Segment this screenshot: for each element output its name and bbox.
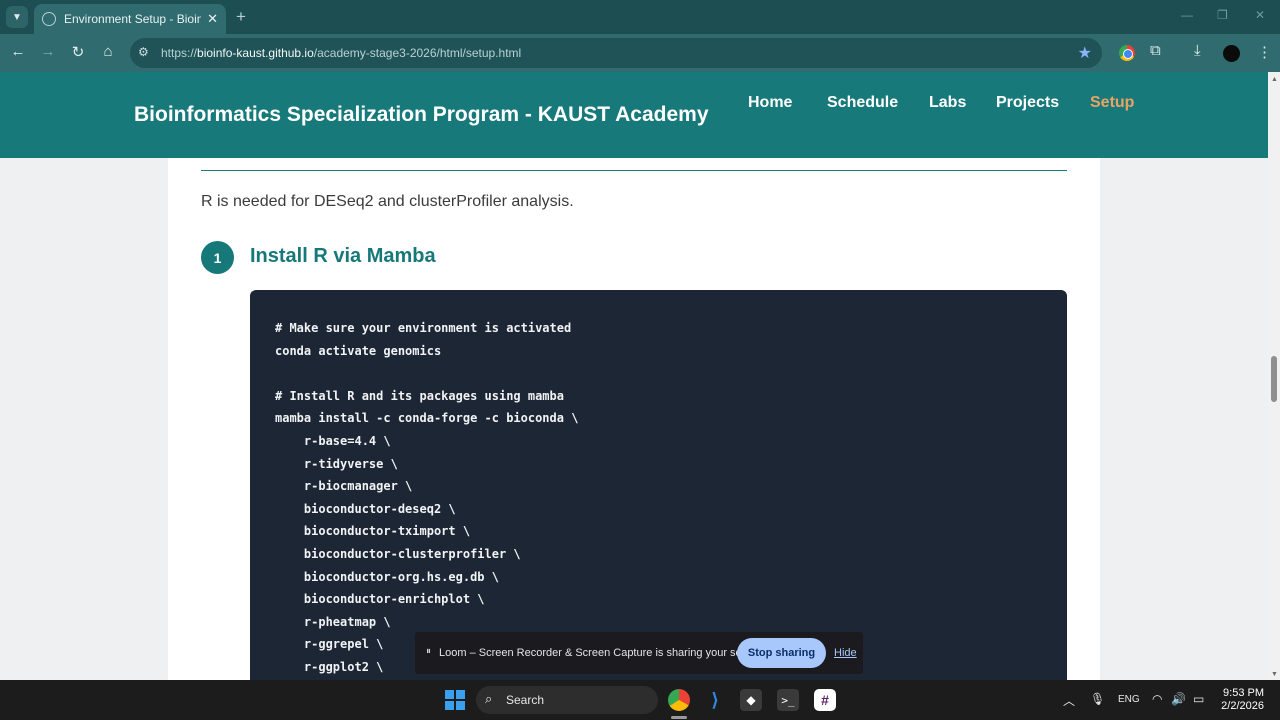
clock-time: 9:53 PM: [1223, 687, 1264, 699]
wifi-icon[interactable]: ◠: [1152, 692, 1162, 706]
address-bar[interactable]: ⚙ https://bioinfo-kaust.github.io/academ…: [130, 38, 1102, 68]
nav-labs[interactable]: Labs: [929, 94, 966, 112]
terminal-app-icon[interactable]: >_: [777, 689, 799, 711]
section-divider: [201, 170, 1067, 171]
page-viewport: Bioinformatics Specialization Program - …: [0, 72, 1268, 680]
code-block[interactable]: # Make sure your environment is activate…: [250, 290, 1067, 680]
browser-toolbar: ← → ↻ ⌂ ⚙ https://bioinfo-kaust.github.i…: [0, 34, 1280, 72]
browser-tab[interactable]: Environment Setup - Bioinform ✕: [34, 4, 226, 34]
tab-strip: ▼ Environment Setup - Bioinform ✕ + — ❐ …: [0, 0, 1280, 34]
bookmark-star-icon[interactable]: ★: [1078, 43, 1092, 63]
close-window-icon[interactable]: ✕: [1255, 8, 1265, 22]
chrome-app-icon[interactable]: [668, 689, 690, 711]
page-scrollbar[interactable]: ▲ ▼: [1268, 72, 1280, 680]
code-line: bioconductor-clusterprofiler \: [275, 546, 521, 561]
site-header: Bioinformatics Specialization Program - …: [0, 72, 1268, 158]
extensions-icon[interactable]: ⧉: [1150, 42, 1161, 59]
close-tab-icon[interactable]: ✕: [207, 11, 218, 27]
clock-date: 2/2/2026: [1221, 700, 1264, 712]
windows-taskbar: ⌕ Search ⟩ ◆ >_ # ︿ 🎙 ENG ◠ 🔊 ▭ 9:53 PM …: [0, 680, 1280, 720]
code-line: bioconductor-enrichplot \: [275, 592, 485, 607]
menu-kebab-icon[interactable]: ⋮: [1257, 43, 1272, 61]
nav-home[interactable]: Home: [748, 94, 792, 112]
windows-start-icon[interactable]: [445, 690, 465, 710]
hide-link[interactable]: Hide: [834, 647, 857, 659]
reload-icon[interactable]: ↻: [68, 43, 88, 61]
code-lines: # Make sure your environment is activate…: [275, 317, 578, 679]
code-line: conda activate genomics: [275, 343, 442, 358]
nav-projects[interactable]: Projects: [996, 94, 1059, 112]
nav-schedule[interactable]: Schedule: [827, 94, 898, 112]
url-text: https://bioinfo-kaust.github.io/academy-…: [161, 46, 521, 60]
step-number-badge: 1: [201, 241, 234, 274]
color-extension-icon[interactable]: [1119, 45, 1135, 61]
taskbar-search[interactable]: ⌕ Search: [476, 686, 658, 714]
search-icon: ⌕: [485, 691, 493, 706]
taskbar-search-label: Search: [506, 693, 545, 707]
loom-sharing-bar: ⏸ Loom – Screen Recorder & Screen Captur…: [415, 632, 863, 674]
microphone-icon[interactable]: 🎙: [1090, 692, 1105, 706]
content-card: R is needed for DESeq2 and clusterProfil…: [168, 158, 1100, 680]
back-icon[interactable]: ←: [8, 43, 28, 60]
site-brand[interactable]: Bioinformatics Specialization Program - …: [134, 103, 709, 127]
code-line: # Make sure your environment is activate…: [275, 321, 572, 335]
code-line: # Install R and its packages using mamba: [275, 388, 564, 403]
nav-setup[interactable]: Setup: [1090, 94, 1134, 112]
tab-title: Environment Setup - Bioinform: [64, 12, 202, 26]
home-icon[interactable]: ⌂: [98, 43, 118, 60]
scroll-down-icon[interactable]: ▼: [1271, 671, 1278, 678]
volume-icon[interactable]: 🔊: [1171, 692, 1186, 706]
new-tab-button[interactable]: +: [236, 7, 246, 27]
stop-sharing-button[interactable]: Stop sharing: [737, 638, 826, 668]
tray-chevron-icon[interactable]: ︿: [1063, 692, 1075, 709]
globe-icon: [42, 12, 56, 26]
step-title: Install R via Mamba: [250, 245, 436, 267]
slack-app-icon[interactable]: #: [814, 689, 836, 711]
download-icon[interactable]: ⤓: [1194, 42, 1201, 59]
battery-icon[interactable]: ▭: [1193, 692, 1204, 706]
code-line: r-base=4.4 \: [275, 433, 391, 448]
minimize-icon[interactable]: —: [1181, 8, 1193, 22]
code-line: mamba install -c conda-forge -c bioconda…: [275, 411, 579, 426]
box-app-icon[interactable]: ◆: [740, 689, 762, 711]
vscode-app-icon[interactable]: ⟩: [704, 689, 726, 711]
tab-search-button[interactable]: ▼: [6, 6, 28, 28]
scroll-up-icon[interactable]: ▲: [1271, 76, 1278, 83]
url-path: /academy-stage3-2026/html/setup.html: [313, 46, 522, 60]
site-info-icon[interactable]: ⚙: [138, 45, 149, 59]
language-indicator[interactable]: ENG: [1118, 694, 1140, 705]
url-host: bioinfo-kaust.github.io: [197, 46, 314, 60]
loom-message: Loom – Screen Recorder & Screen Capture …: [439, 647, 767, 659]
code-line: bioconductor-deseq2 \: [275, 501, 456, 516]
profile-avatar[interactable]: [1223, 45, 1240, 62]
forward-icon[interactable]: →: [38, 43, 58, 60]
drag-handle-icon[interactable]: ⏸: [426, 646, 431, 657]
maximize-icon[interactable]: ❐: [1217, 8, 1228, 22]
intro-text: R is needed for DESeq2 and clusterProfil…: [201, 193, 574, 210]
url-scheme: https://: [161, 46, 198, 60]
code-line: r-pheatmap \: [275, 614, 391, 629]
scrollbar-thumb[interactable]: [1271, 356, 1277, 402]
code-line: bioconductor-tximport \: [275, 524, 471, 539]
active-app-indicator: [671, 716, 687, 719]
system-clock[interactable]: 9:53 PM 2/2/2026: [1216, 687, 1264, 713]
code-line: r-tidyverse \: [275, 456, 398, 471]
code-line: bioconductor-org.hs.eg.db \: [275, 569, 499, 584]
code-line: r-biocmanager \: [275, 479, 413, 494]
